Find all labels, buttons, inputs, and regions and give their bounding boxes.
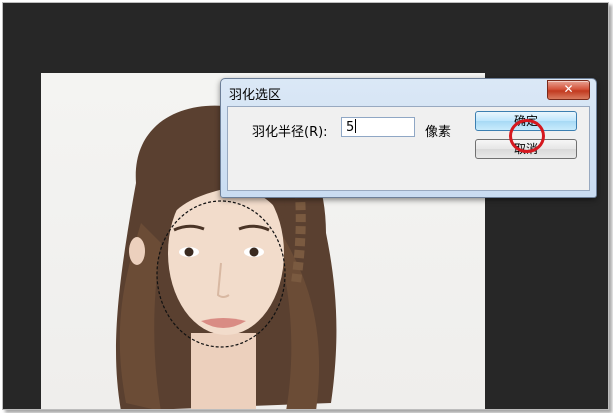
- dialog-title: 羽化选区: [229, 88, 282, 103]
- feather-radius-label: 羽化半径(R):: [252, 125, 328, 140]
- pixels-unit-label: 像素: [425, 125, 452, 140]
- feather-radius-value: 5: [346, 120, 355, 135]
- dialog-titlebar[interactable]: 羽化选区 ✕: [221, 79, 596, 107]
- close-button[interactable]: ✕: [547, 80, 590, 100]
- ok-button-highlight-circle: [509, 119, 545, 153]
- text-caret: [355, 119, 357, 133]
- close-icon: ✕: [563, 82, 574, 96]
- feather-radius-input[interactable]: 5: [341, 117, 415, 137]
- editor-canvas-area: [2, 2, 609, 410]
